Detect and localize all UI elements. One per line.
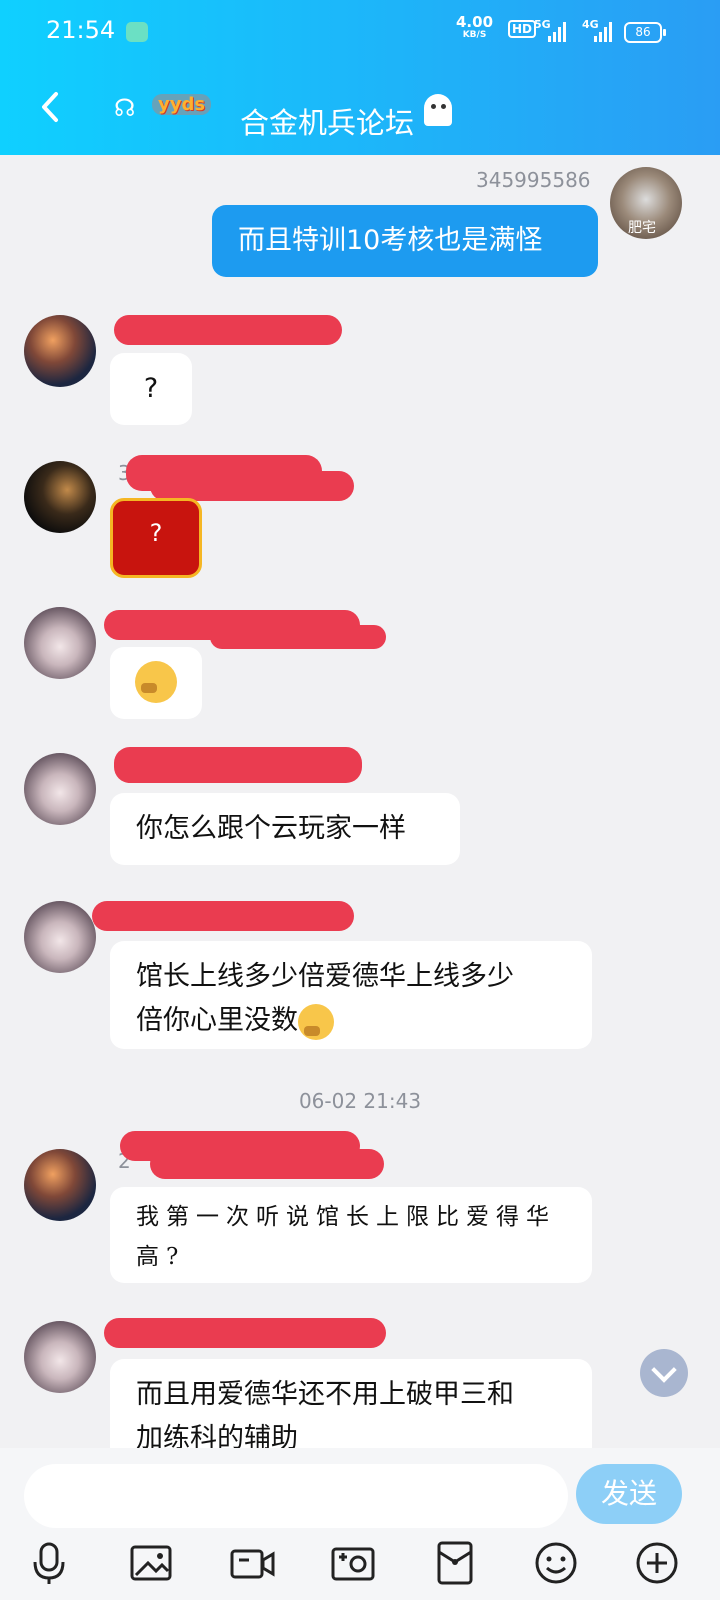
hd-voice-icon: HD xyxy=(508,20,537,38)
camera-icon[interactable] xyxy=(330,1540,376,1586)
message-bubble[interactable]: 你怎么跟个云玩家一样 xyxy=(110,793,460,865)
redacted-sender-name-2 xyxy=(150,1149,384,1179)
persevering-face-emoji-icon xyxy=(135,660,177,703)
title-bar: ☊ yyds 合金机兵论坛 xyxy=(0,78,720,148)
emoji-icon[interactable] xyxy=(533,1540,579,1586)
back-arrow-icon[interactable] xyxy=(36,90,66,124)
message-line: 馆长上线多少倍爱德华上线多少 xyxy=(136,961,514,992)
persevering-face-emoji-icon xyxy=(298,1003,334,1040)
sender-id: 345995586 xyxy=(476,168,591,192)
status-time: 21:54 xyxy=(46,16,116,44)
qq-ghost-icon xyxy=(424,94,452,126)
message-bubble[interactable]: 我第一次听说馆长上限比爱得华 高? xyxy=(110,1187,592,1283)
avatar[interactable] xyxy=(24,461,96,533)
message-bubble[interactable] xyxy=(110,647,202,719)
avatar[interactable] xyxy=(24,1321,96,1393)
notification-app-icon xyxy=(126,22,148,42)
redacted-sender-name xyxy=(104,1318,386,1348)
avatar[interactable] xyxy=(24,901,96,973)
group-badge: yyds xyxy=(152,94,212,115)
message-line: 我第一次听说馆长上限比爱得华 xyxy=(136,1204,556,1230)
ear-mode-icon: ☊ xyxy=(114,94,136,122)
redacted-sender-name-2 xyxy=(150,471,354,501)
red-packet-icon[interactable] xyxy=(432,1540,478,1586)
scroll-to-bottom-button[interactable] xyxy=(640,1349,688,1397)
app-header: 21:54 4.00 KB/S HD 5G 4G 86 ☊ yyds 合金机兵论… xyxy=(0,0,720,155)
video-icon[interactable] xyxy=(229,1540,275,1586)
composer-toolbar xyxy=(0,1540,720,1598)
avatar[interactable] xyxy=(24,753,96,825)
signal-sim1-icon xyxy=(548,20,566,42)
avatar[interactable]: 肥宅 xyxy=(610,167,682,239)
avatar[interactable] xyxy=(24,607,96,679)
message-line-with-emoji: 倍你心里没数 xyxy=(136,999,566,1043)
send-button[interactable]: 发送 xyxy=(576,1464,682,1524)
chat-area[interactable]: 345995586 肥宅 而且特训10考核也是满怪 ? 3 ? 2 你怎么跟个云… xyxy=(0,155,720,1448)
message-bubble-mine[interactable]: 而且特训10考核也是满怪 xyxy=(212,205,598,277)
composer-bar: 发送 xyxy=(0,1448,720,1600)
redacted-sender-name-2 xyxy=(210,625,386,649)
signal-sim2-icon xyxy=(594,20,612,42)
avatar[interactable] xyxy=(24,315,96,387)
message-line: 加练科的辅助 xyxy=(136,1423,298,1448)
message-line-text: 倍你心里没数 xyxy=(136,1005,298,1036)
chat-title[interactable]: 合金机兵论坛 xyxy=(240,100,414,142)
message-line: 高? xyxy=(136,1244,186,1270)
image-icon[interactable] xyxy=(128,1540,174,1586)
mic-icon[interactable] xyxy=(26,1540,72,1586)
message-line: 而且用爱德华还不用上破甲三和 xyxy=(136,1379,514,1410)
status-bar: 21:54 4.00 KB/S HD 5G 4G 86 xyxy=(0,0,720,62)
redacted-sender-name xyxy=(114,747,362,783)
time-divider: 06-02 21:43 xyxy=(298,1089,422,1113)
network-speed: 4.00 KB/S xyxy=(456,15,493,42)
message-bubble[interactable]: ? xyxy=(110,353,192,425)
redacted-sender-name xyxy=(92,901,354,931)
redacted-sender-name xyxy=(114,315,342,345)
message-bubble[interactable]: 馆长上线多少倍爱德华上线多少 倍你心里没数 xyxy=(110,941,592,1049)
sticker-message[interactable]: ? xyxy=(110,498,202,578)
plus-icon[interactable] xyxy=(634,1540,680,1586)
avatar[interactable] xyxy=(24,1149,96,1221)
avatar-label: 肥宅 xyxy=(628,220,656,236)
sticker-text: ? xyxy=(149,519,163,547)
message-input[interactable] xyxy=(24,1464,568,1528)
battery-icon: 86 xyxy=(624,22,666,43)
message-bubble[interactable]: 而且用爱德华还不用上破甲三和 加练科的辅助 xyxy=(110,1359,592,1448)
